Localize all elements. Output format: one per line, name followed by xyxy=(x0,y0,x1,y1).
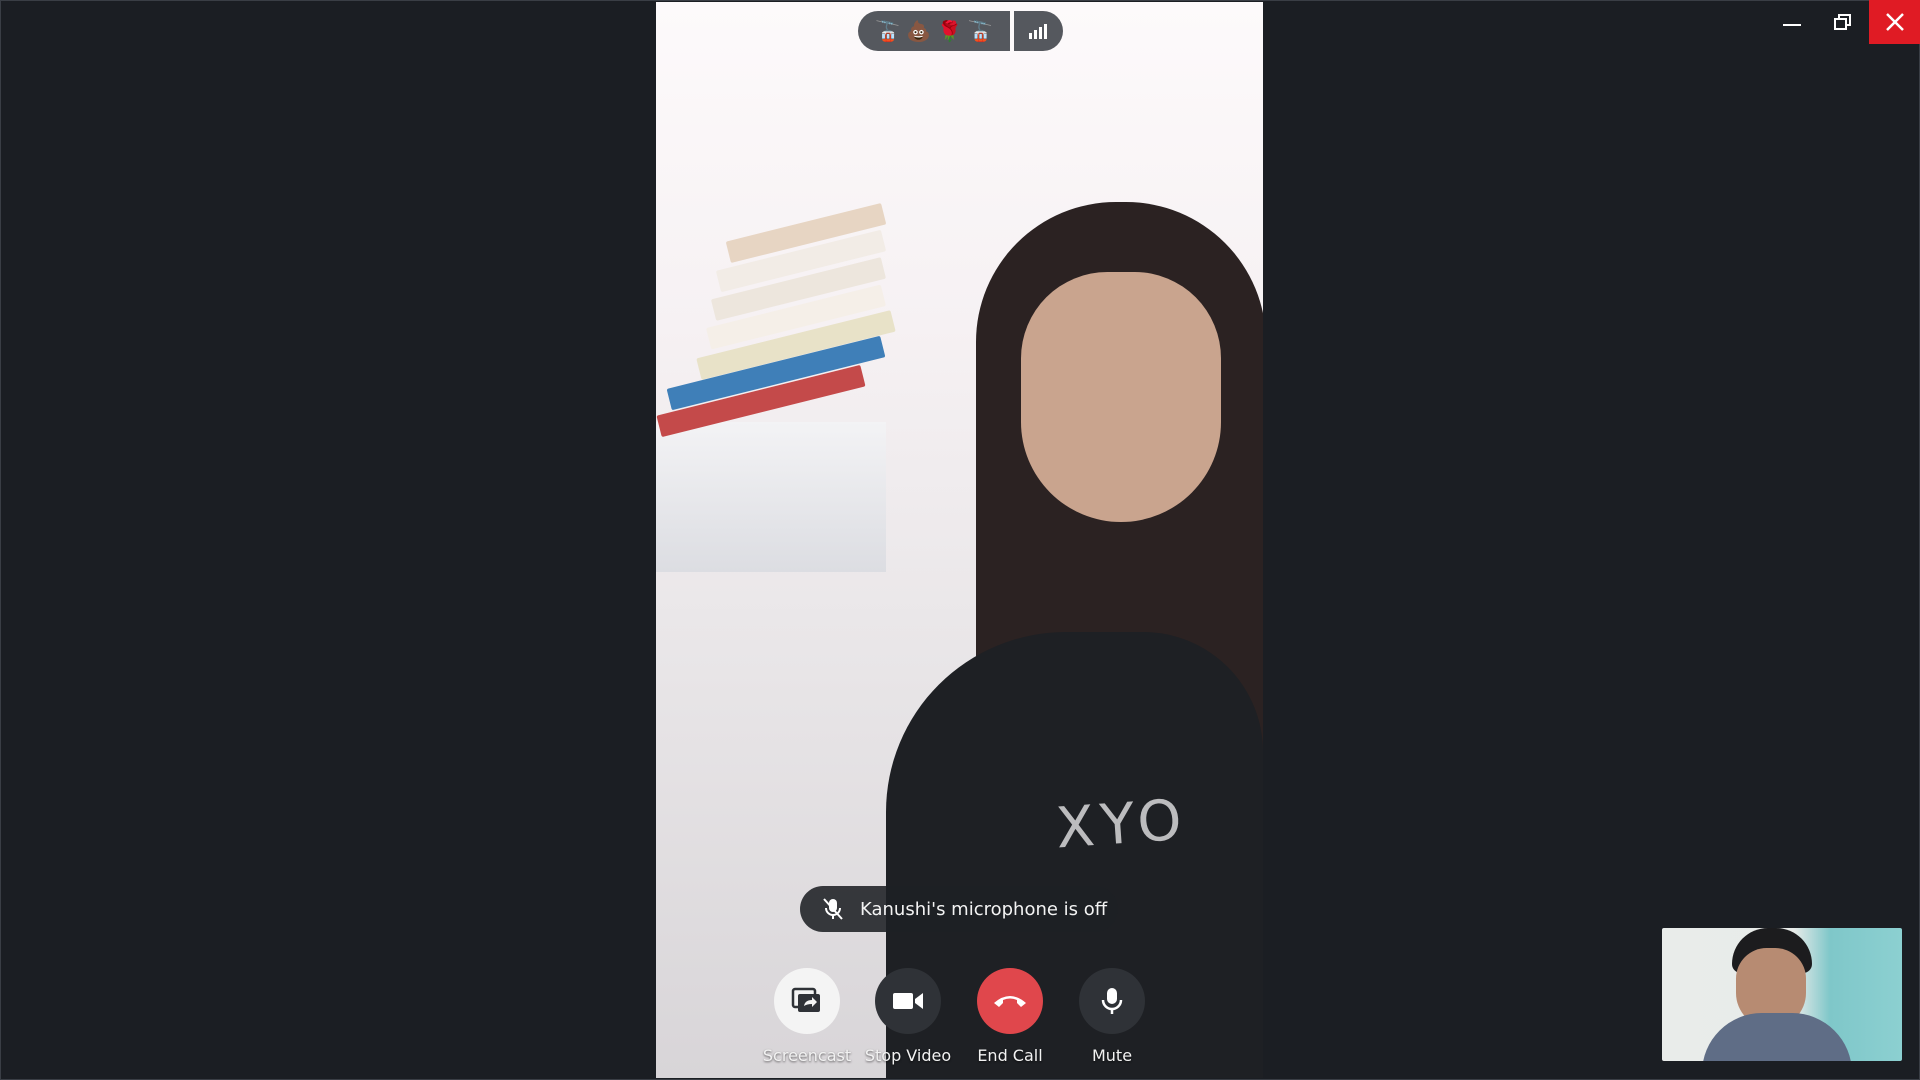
mute-label: Mute xyxy=(1091,1046,1133,1065)
screencast-label: Screencast xyxy=(762,1046,852,1065)
stop-video-button[interactable] xyxy=(875,968,941,1034)
video-camera-icon xyxy=(893,993,923,1009)
local-participant xyxy=(1702,928,1852,1061)
end-call-button[interactable] xyxy=(977,968,1043,1034)
microphone-off-icon xyxy=(823,898,843,920)
emoji-3: 🚡 xyxy=(967,19,993,43)
reactions-pill[interactable]: 🚡 💩 🌹 🚡 xyxy=(858,11,1010,51)
minimize-button[interactable] xyxy=(1767,0,1817,44)
restore-button[interactable] xyxy=(1818,0,1868,44)
microphone-icon xyxy=(1101,988,1123,1014)
end-call-control[interactable]: End Call xyxy=(960,968,1060,1065)
close-icon xyxy=(1885,13,1904,31)
close-button[interactable] xyxy=(1869,0,1920,44)
mute-control[interactable]: Mute xyxy=(1062,968,1162,1065)
stop-video-label: Stop Video xyxy=(864,1046,952,1065)
phone-hangup-icon xyxy=(994,996,1026,1007)
end-call-label: End Call xyxy=(977,1046,1043,1065)
minimize-icon xyxy=(1783,24,1801,26)
signal-bars-icon xyxy=(1028,24,1047,39)
screencast-button[interactable] xyxy=(774,968,840,1034)
microphone-off-notification: Kanushi's microphone is off xyxy=(800,886,1118,932)
screencast-control[interactable]: Screencast xyxy=(757,968,857,1065)
restore-icon xyxy=(1834,14,1851,30)
self-view-video[interactable] xyxy=(1662,928,1902,1061)
signal-pill[interactable] xyxy=(1014,11,1063,51)
mute-button[interactable] xyxy=(1079,968,1145,1034)
stop-video-control[interactable]: Stop Video xyxy=(858,968,958,1065)
emoji-2: 🌹 xyxy=(937,19,962,43)
emoji-1: 💩 xyxy=(906,19,931,43)
notification-text: Kanushi's microphone is off xyxy=(860,898,1108,920)
emoji-0: 🚡 xyxy=(875,19,901,43)
screencast-icon xyxy=(791,987,820,1012)
remote-participant: XYO xyxy=(886,202,1263,1078)
